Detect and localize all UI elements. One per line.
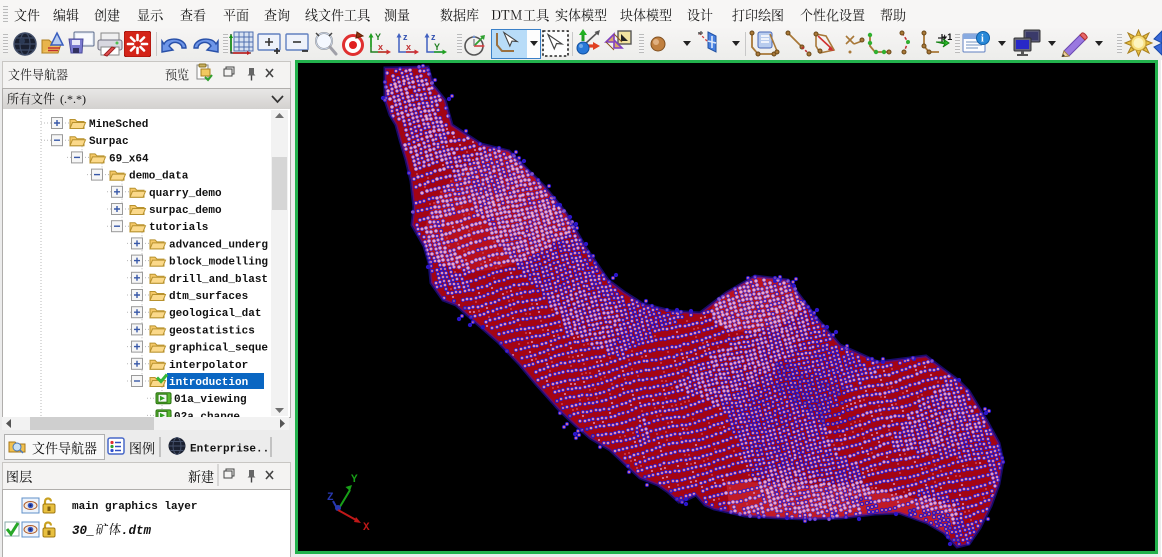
svg-text:Surpac: Surpac [89, 136, 129, 148]
svg-text:advanced_underg: advanced_underg [169, 239, 268, 251]
svg-text:+1: +1 [942, 32, 952, 42]
svg-text:introduction: introduction [169, 377, 248, 389]
svg-text:z: z [403, 32, 408, 42]
svg-text:block_modelling: block_modelling [169, 257, 268, 269]
svg-text:Enterprise..: Enterprise.. [190, 444, 269, 456]
svg-text:z: z [431, 32, 436, 42]
svg-text:Y: Y [375, 32, 381, 42]
svg-text:demo_data: demo_data [129, 171, 189, 183]
svg-text:dtm_surfaces: dtm_surfaces [169, 291, 248, 303]
svg-text:x: x [378, 42, 383, 52]
svg-text:geological_dat: geological_dat [169, 308, 261, 320]
svg-text:x: x [406, 42, 411, 52]
svg-text:Z: Z [327, 492, 334, 504]
svg-text:quarry_demo: quarry_demo [149, 188, 222, 200]
svg-text:MineSched: MineSched [89, 119, 148, 131]
svg-text:(.*.*): (.*.*) [60, 92, 86, 106]
svg-text:01a_viewing: 01a_viewing [174, 394, 247, 406]
svg-text:i: i [981, 34, 984, 45]
svg-text:.dtm: .dtm [121, 524, 152, 538]
svg-text:X: X [363, 522, 370, 534]
svg-text:graphical_seque: graphical_seque [169, 343, 268, 355]
svg-text:interpolator: interpolator [169, 360, 248, 372]
svg-text:Y: Y [434, 42, 440, 52]
svg-text:69_x64: 69_x64 [109, 153, 149, 165]
svg-text:drill_and_blast: drill_and_blast [169, 274, 268, 286]
svg-text:geostatistics: geostatistics [169, 325, 255, 337]
svg-text:surpac_demo: surpac_demo [149, 205, 222, 217]
svg-text:30_: 30_ [72, 524, 95, 538]
svg-text:tutorials: tutorials [149, 222, 208, 234]
svg-text:Y: Y [351, 474, 358, 486]
svg-text:main graphics layer: main graphics layer [72, 501, 197, 513]
